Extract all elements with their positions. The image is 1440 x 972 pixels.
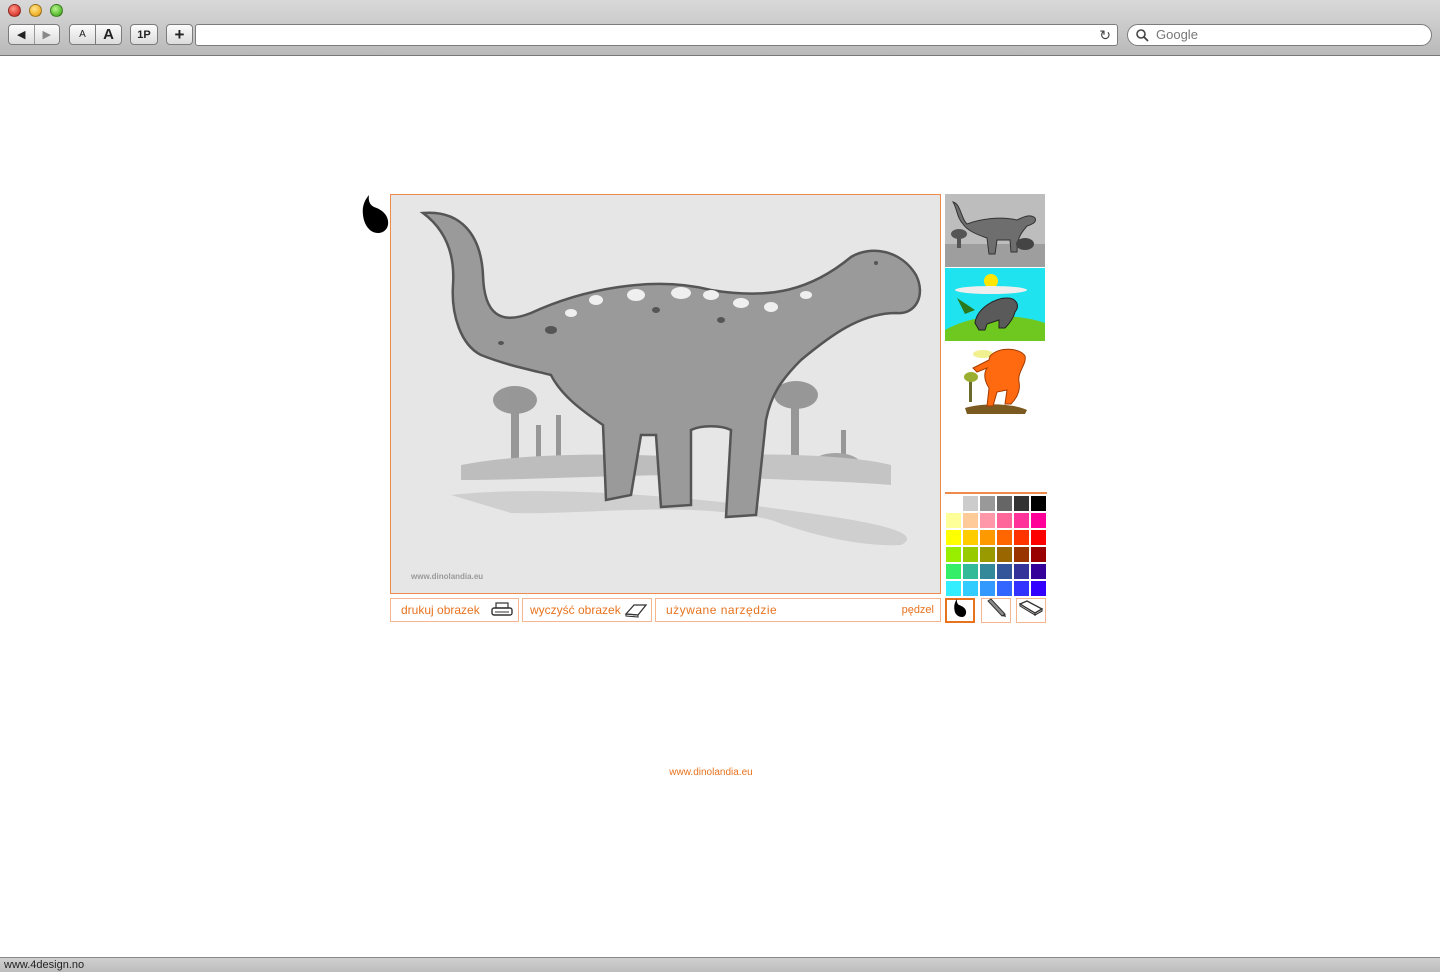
color-swatch[interactable] — [1031, 564, 1046, 579]
back-button[interactable]: ◀ — [9, 25, 35, 44]
color-swatch[interactable] — [997, 564, 1012, 579]
color-swatch[interactable] — [980, 530, 995, 545]
search-icon — [1135, 25, 1151, 51]
forward-arrow-icon: ▶ — [42, 29, 51, 41]
palette-row — [945, 495, 1047, 512]
color-palette — [945, 492, 1047, 597]
color-swatch[interactable] — [946, 496, 961, 511]
color-swatch[interactable] — [1031, 547, 1046, 562]
color-swatch[interactable] — [980, 513, 995, 528]
eraser-icon — [624, 602, 648, 625]
printer-icon — [491, 602, 513, 625]
pencil-icon — [985, 598, 1007, 623]
close-window-button[interactable] — [8, 4, 21, 17]
color-swatch[interactable] — [963, 581, 978, 596]
color-swatch[interactable] — [1014, 496, 1029, 511]
color-swatch[interactable] — [963, 496, 978, 511]
text-smaller-button[interactable]: A — [69, 24, 96, 45]
footer-link[interactable]: www.dinolandia.eu — [0, 767, 1422, 778]
color-swatch[interactable] — [963, 530, 978, 545]
dinosaur-outline-image[interactable] — [391, 195, 940, 593]
add-bookmark-button[interactable]: + — [166, 24, 193, 45]
brush-cursor-icon — [360, 193, 390, 240]
color-swatch[interactable] — [946, 581, 961, 596]
color-swatch[interactable] — [946, 547, 961, 562]
color-swatch[interactable] — [946, 564, 961, 579]
clear-picture-label: wyczyść obrazek — [530, 603, 621, 617]
color-swatch[interactable] — [963, 547, 978, 562]
eraser-icon — [1018, 600, 1044, 621]
back-arrow-icon: ◀ — [17, 29, 26, 41]
coloring-canvas[interactable]: www.dinolandia.eu — [390, 194, 941, 594]
color-swatch[interactable] — [980, 547, 995, 562]
color-swatch[interactable] — [997, 496, 1012, 511]
color-swatch[interactable] — [980, 564, 995, 579]
color-swatch[interactable] — [1031, 496, 1046, 511]
forward-button[interactable]: ▶ — [35, 25, 60, 44]
current-tool-indicator: używane narzędzie pędzel — [655, 598, 941, 622]
thumbnail-dinosaur-gray[interactable] — [945, 194, 1045, 267]
current-tool-label: używane narzędzie — [666, 603, 778, 617]
text-larger-button[interactable]: A — [95, 24, 122, 45]
minimize-window-button[interactable] — [29, 4, 42, 17]
color-swatch[interactable] — [980, 496, 995, 511]
color-swatch[interactable] — [1031, 513, 1046, 528]
reload-icon[interactable]: ↻ — [1099, 27, 1111, 44]
palette-row — [945, 529, 1047, 546]
color-swatch[interactable] — [963, 513, 978, 528]
palette-row — [945, 580, 1047, 597]
color-swatch[interactable] — [946, 530, 961, 545]
address-bar[interactable]: ↻ — [195, 24, 1118, 46]
color-swatch[interactable] — [1031, 581, 1046, 596]
brush-drop-icon — [953, 598, 967, 623]
color-swatch[interactable] — [1031, 530, 1046, 545]
color-swatch[interactable] — [963, 564, 978, 579]
back-forward-control: ◀ ▶ — [8, 24, 60, 45]
color-swatch[interactable] — [946, 513, 961, 528]
color-swatch[interactable] — [980, 581, 995, 596]
thumbnail-dinosaur-colored[interactable] — [945, 268, 1045, 341]
print-picture-label: drukuj obrazek — [401, 603, 480, 617]
thumbnail-dinosaur-orange[interactable] — [945, 342, 1045, 415]
color-swatch[interactable] — [1014, 564, 1029, 579]
color-swatch[interactable] — [997, 530, 1012, 545]
clear-picture-button[interactable]: wyczyść obrazek — [522, 598, 652, 622]
readability-button[interactable]: 1P — [130, 24, 158, 45]
status-bar: www.4design.no — [0, 957, 1440, 972]
print-picture-button[interactable]: drukuj obrazek — [390, 598, 519, 622]
browser-toolbar: ◀ ▶ A A 1P + ↻ Google — [0, 0, 1440, 56]
pencil-tool-button[interactable] — [981, 598, 1011, 623]
color-swatch[interactable] — [1014, 530, 1029, 545]
zoom-window-button[interactable] — [50, 4, 63, 17]
color-swatch[interactable] — [1014, 547, 1029, 562]
color-swatch[interactable] — [997, 547, 1012, 562]
search-field[interactable]: Google — [1127, 24, 1432, 46]
color-swatch[interactable] — [997, 581, 1012, 596]
palette-row — [945, 546, 1047, 563]
current-tool-value: pędzel — [901, 604, 934, 616]
palette-row — [945, 563, 1047, 580]
palette-row — [945, 512, 1047, 529]
search-placeholder: Google — [1156, 27, 1198, 42]
color-swatch[interactable] — [1014, 581, 1029, 596]
color-swatch[interactable] — [1014, 513, 1029, 528]
eraser-tool-button[interactable] — [1016, 598, 1046, 623]
color-swatch[interactable] — [997, 513, 1012, 528]
brush-tool-button[interactable] — [945, 598, 975, 623]
canvas-watermark: www.dinolandia.eu — [411, 572, 484, 581]
